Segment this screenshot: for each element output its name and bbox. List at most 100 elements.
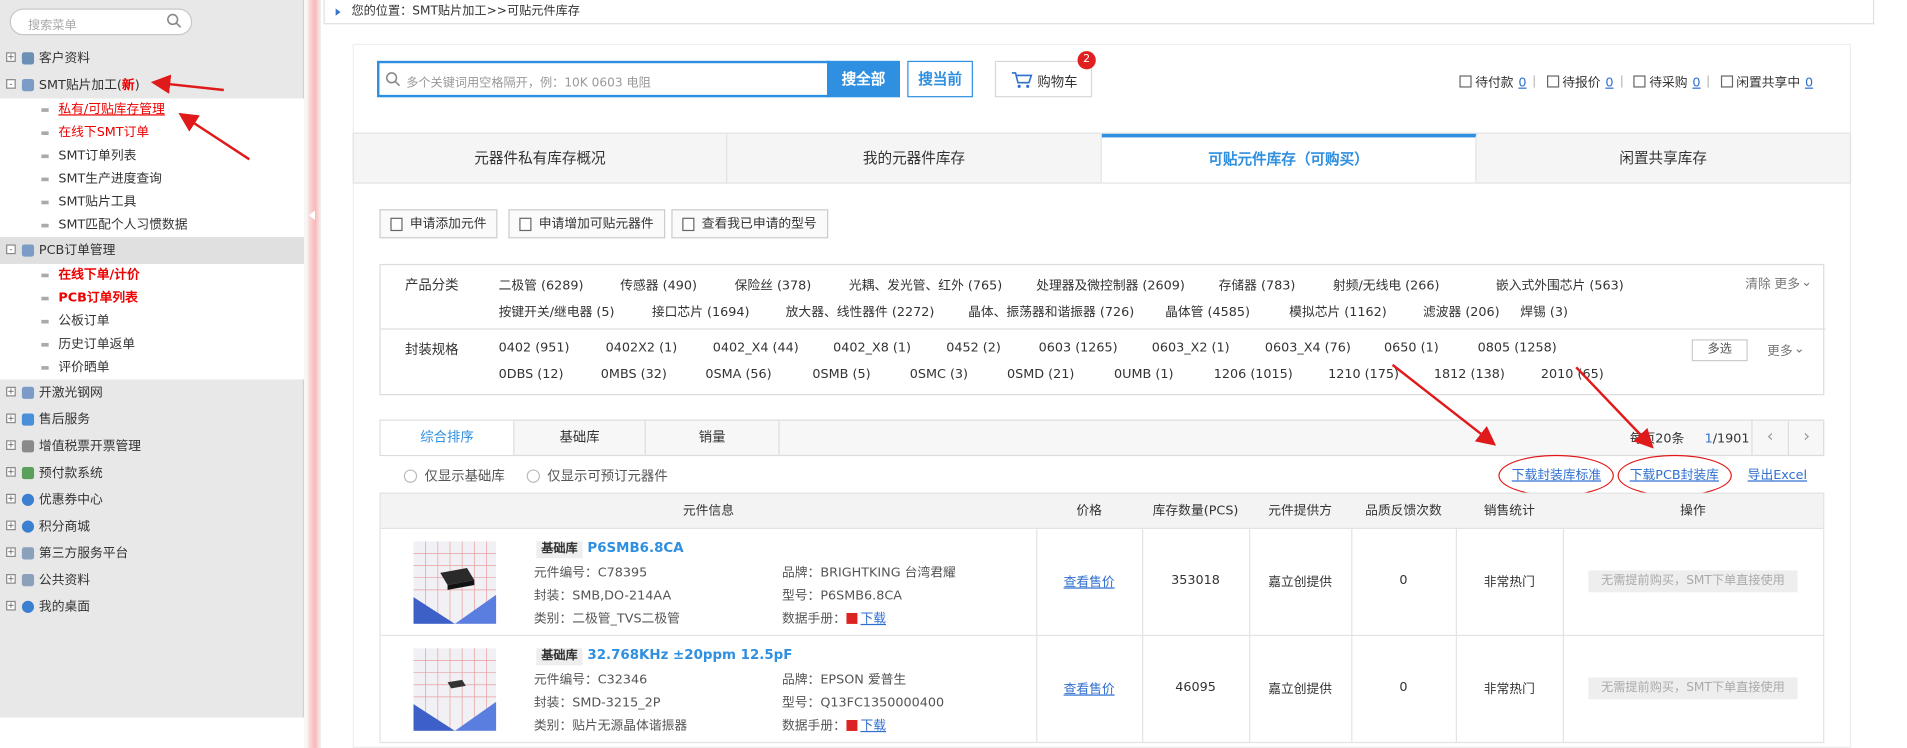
clear-link[interactable]: 清除: [1745, 275, 1771, 293]
category-option[interactable]: 焊锡 (3): [1520, 303, 1568, 321]
submenu-item-smt-progress[interactable]: SMT生产进度查询: [0, 168, 304, 191]
stat-value[interactable]: 0: [1518, 75, 1526, 90]
submenu-item-pcb-order[interactable]: 在线下单/计价: [0, 264, 304, 287]
menu-item-prepay[interactable]: + 预付款系统: [0, 460, 304, 487]
stat-value[interactable]: 0: [1805, 75, 1813, 90]
category-option[interactable]: 晶体管 (4585): [1165, 303, 1250, 321]
next-page-button[interactable]: ›: [1787, 419, 1824, 457]
expand-icon[interactable]: +: [6, 413, 16, 424]
multi-select-button[interactable]: 多选: [1691, 339, 1748, 362]
product-name-link[interactable]: P6SMB6.8CA: [587, 540, 683, 556]
sidebar-toggle[interactable]: [304, 0, 322, 748]
expand-icon[interactable]: +: [6, 547, 16, 558]
package-option[interactable]: 0603_X4 (76): [1265, 341, 1351, 356]
stat-pending-payment[interactable]: 待付款 0: [1459, 73, 1527, 91]
apply-add-part-button[interactable]: 申请添加元件: [379, 209, 498, 239]
submenu-item-private-stock[interactable]: 私有/可贴库存管理: [0, 99, 304, 122]
package-option[interactable]: 0650 (1): [1384, 341, 1439, 356]
menu-item-smt[interactable]: - SMT贴片加工(新): [0, 72, 304, 99]
download-link[interactable]: 下载: [860, 612, 886, 627]
category-option[interactable]: 存储器 (783): [1219, 276, 1296, 294]
category-option[interactable]: 嵌入式外围芯片 (563): [1496, 276, 1624, 294]
package-option[interactable]: 1812 (138): [1434, 367, 1505, 382]
stat-value[interactable]: 0: [1692, 75, 1700, 90]
search-current-button[interactable]: 搜当前: [907, 60, 973, 98]
menu-item-points[interactable]: + 积分商城: [0, 513, 304, 540]
prev-page-button[interactable]: ‹: [1751, 419, 1787, 457]
stat-idle-sharing[interactable]: 闲置共享中 0: [1720, 73, 1813, 91]
menu-item-coupon[interactable]: + 优惠券中心: [0, 486, 304, 513]
package-option[interactable]: 0452 (2): [946, 341, 1001, 356]
submenu-item-smt-order[interactable]: 在线下SMT订单: [0, 122, 304, 145]
category-more-link[interactable]: 更多: [1774, 275, 1800, 293]
tab-private-overview[interactable]: 元器件私有库存概况: [354, 133, 728, 183]
category-option[interactable]: 保险丝 (378): [735, 276, 812, 294]
search-input[interactable]: 多个关键词用空格隔开，例：10K 0603 电阻: [377, 60, 830, 98]
package-option[interactable]: 1210 (175): [1328, 367, 1399, 382]
tab-my-stock[interactable]: 我的元器件库存: [727, 133, 1102, 183]
menu-item-invoice[interactable]: + 增值税票开票管理: [0, 433, 304, 460]
collapse-left-icon[interactable]: [308, 210, 315, 221]
package-option[interactable]: 0603 (1265): [1039, 341, 1118, 356]
category-option[interactable]: 处理器及微控制器 (2609): [1036, 276, 1185, 294]
collapse-icon[interactable]: -: [6, 79, 16, 89]
menu-item-desktop[interactable]: + 我的桌面: [0, 594, 304, 621]
menu-item-thirdparty[interactable]: + 第三方服务平台: [0, 540, 304, 567]
expand-icon[interactable]: +: [6, 467, 16, 477]
submenu-item-smt-habit[interactable]: SMT匹配个人习惯数据: [0, 214, 304, 237]
collapse-icon[interactable]: -: [6, 244, 16, 255]
menu-item-pcb[interactable]: - PCB订单管理: [0, 237, 305, 264]
sort-basic-lib[interactable]: 基础库: [514, 420, 646, 455]
stat-pending-quote[interactable]: 待报价 0: [1546, 73, 1614, 91]
expand-icon[interactable]: +: [6, 574, 16, 584]
submenu-item-public-board[interactable]: 公板订单: [0, 310, 304, 333]
package-option[interactable]: 2010 (65): [1541, 367, 1604, 382]
package-option[interactable]: 0603_X2 (1): [1152, 341, 1230, 356]
stat-value[interactable]: 0: [1605, 75, 1613, 90]
category-option[interactable]: 模拟芯片 (1162): [1289, 303, 1387, 321]
package-option[interactable]: 1206 (1015): [1214, 367, 1293, 382]
package-option[interactable]: 0402 (951): [499, 341, 570, 356]
package-option[interactable]: 0SMB (5): [812, 367, 870, 382]
stat-pending-purchase[interactable]: 待采购 0: [1633, 73, 1701, 91]
package-option[interactable]: 0DBS (12): [499, 367, 564, 382]
menu-item-public[interactable]: + 公共资料: [0, 567, 304, 594]
category-option[interactable]: 接口芯片 (1694): [652, 303, 750, 321]
product-image[interactable]: [413, 648, 497, 731]
view-price-link[interactable]: 查看售价: [1036, 680, 1142, 698]
expand-icon[interactable]: +: [6, 386, 16, 397]
tab-smt-stock[interactable]: 可贴元件库存（可购买）: [1101, 133, 1477, 183]
sort-default[interactable]: 综合排序: [380, 420, 515, 455]
product-name-link[interactable]: 32.768KHz ±20ppm 12.5pF: [587, 647, 792, 663]
package-option[interactable]: 0402_X8 (1): [833, 341, 911, 356]
package-option[interactable]: 0MBS (32): [601, 367, 667, 382]
tab-idle-share[interactable]: 闲置共享库存: [1476, 134, 1849, 183]
submenu-item-smt-list[interactable]: SMT订单列表: [0, 145, 304, 168]
expand-icon[interactable]: +: [6, 493, 16, 504]
category-option[interactable]: 按键开关/继电器 (5): [499, 303, 615, 321]
download-link[interactable]: 下载: [860, 719, 886, 734]
submenu-item-smt-tool[interactable]: SMT贴片工具: [0, 191, 304, 214]
package-option[interactable]: 0SMC (3): [910, 367, 968, 382]
view-applied-models-button[interactable]: 查看我已申请的型号: [671, 209, 828, 239]
submenu-item-history[interactable]: 历史订单返单: [0, 333, 304, 356]
package-more-link[interactable]: 更多: [1767, 342, 1793, 360]
search-icon[interactable]: [167, 13, 182, 28]
expand-icon[interactable]: +: [6, 520, 16, 531]
category-option[interactable]: 放大器、线性器件 (2272): [786, 303, 935, 321]
search-all-button[interactable]: 搜全部: [827, 60, 900, 98]
category-option[interactable]: 晶体、振荡器和谐振器 (726): [968, 303, 1134, 321]
apply-add-smt-part-button[interactable]: 申请增加可贴元器件: [508, 209, 665, 239]
package-option[interactable]: 0SMD (21): [1007, 367, 1074, 382]
only-basic-lib-radio[interactable]: 仅显示基础库: [403, 466, 505, 485]
category-option[interactable]: 二极管 (6289): [499, 276, 584, 294]
package-option[interactable]: 0402_X4 (44): [713, 341, 799, 356]
only-bookable-radio[interactable]: 仅显示可预订元器件: [526, 466, 668, 485]
package-option[interactable]: 0SMA (56): [705, 367, 771, 382]
sort-sales[interactable]: 销量: [646, 420, 780, 455]
submenu-item-review[interactable]: 评价晒单: [0, 356, 304, 379]
product-image[interactable]: [413, 541, 497, 624]
menu-item-customer[interactable]: + 客户资料: [0, 45, 304, 72]
menu-item-aftersale[interactable]: + 售后服务: [0, 406, 304, 433]
cart-button[interactable]: 购物车: [994, 60, 1093, 98]
